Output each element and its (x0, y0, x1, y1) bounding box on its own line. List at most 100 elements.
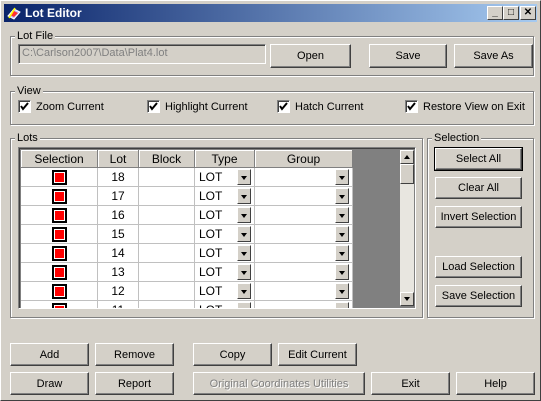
type-cell[interactable]: LOT (194, 262, 255, 282)
table-row[interactable]: 13 LOT (21, 262, 401, 282)
selection-marker-icon[interactable] (51, 188, 67, 204)
selection-cell[interactable] (21, 281, 98, 301)
selection-cell[interactable] (21, 262, 98, 282)
selection-marker-icon[interactable] (51, 226, 67, 242)
type-dropdown-icon[interactable] (237, 226, 251, 242)
group-dropdown-icon[interactable] (335, 283, 349, 299)
lots-scrollbar[interactable] (400, 150, 414, 306)
select-all-button[interactable]: Select All (434, 147, 523, 171)
lots-grid[interactable]: Selection Lot Block Type Group 18 LOT 17 LO… (18, 147, 416, 309)
add-button[interactable]: Add (10, 343, 89, 366)
block-cell[interactable] (138, 243, 195, 263)
group-cell[interactable] (254, 224, 353, 244)
selection-marker-icon[interactable] (51, 283, 67, 299)
draw-button[interactable]: Draw (10, 372, 89, 395)
group-cell[interactable] (254, 186, 353, 206)
save-as-button[interactable]: Save As (454, 44, 533, 68)
type-cell[interactable]: LOT (194, 224, 255, 244)
block-cell[interactable] (138, 262, 195, 282)
lot-cell[interactable]: 14 (97, 243, 139, 263)
copy-button[interactable]: Copy (193, 343, 272, 366)
column-header-block[interactable]: Block (138, 150, 195, 168)
scroll-down-arrow-icon[interactable] (400, 292, 414, 306)
table-row[interactable]: 15 LOT (21, 224, 401, 244)
checkbox-box[interactable] (147, 100, 160, 113)
block-cell[interactable] (138, 281, 195, 301)
table-row[interactable]: 16 LOT (21, 205, 401, 225)
lot-cell[interactable]: 12 (97, 281, 139, 301)
block-cell[interactable] (138, 224, 195, 244)
type-dropdown-icon[interactable] (237, 283, 251, 299)
scroll-up-arrow-icon[interactable] (400, 150, 414, 164)
selection-marker-icon[interactable] (51, 169, 67, 185)
type-dropdown-icon[interactable] (237, 302, 251, 308)
group-cell[interactable] (254, 243, 353, 263)
type-cell[interactable]: LOT (194, 167, 255, 187)
group-dropdown-icon[interactable] (335, 169, 349, 185)
checkbox-box[interactable] (18, 100, 31, 113)
maximize-button[interactable]: □ (503, 6, 519, 20)
scroll-thumb[interactable] (400, 164, 414, 184)
type-cell[interactable]: LOT (194, 281, 255, 301)
help-button[interactable]: Help (456, 372, 535, 395)
type-cell[interactable]: LOT (194, 243, 255, 263)
exit-button[interactable]: Exit (371, 372, 450, 395)
type-dropdown-icon[interactable] (237, 169, 251, 185)
save-selection-button[interactable]: Save Selection (435, 285, 522, 307)
type-cell[interactable]: LOT (194, 300, 255, 308)
group-cell[interactable] (254, 167, 353, 187)
group-dropdown-icon[interactable] (335, 226, 349, 242)
selection-marker-icon[interactable] (51, 264, 67, 280)
lot-cell[interactable]: 18 (97, 167, 139, 187)
close-button[interactable]: ✕ (520, 6, 536, 20)
load-selection-button[interactable]: Load Selection (435, 256, 522, 278)
report-button[interactable]: Report (95, 372, 174, 395)
save-button[interactable]: Save (369, 44, 447, 68)
type-dropdown-icon[interactable] (237, 264, 251, 280)
group-dropdown-icon[interactable] (335, 302, 349, 308)
type-dropdown-icon[interactable] (237, 245, 251, 261)
type-dropdown-icon[interactable] (237, 188, 251, 204)
group-dropdown-icon[interactable] (335, 245, 349, 261)
highlight-current-checkbox[interactable]: Highlight Current (147, 100, 248, 113)
original-coordinates-utilities-button[interactable]: Original Coordinates Utilities (193, 372, 365, 395)
group-dropdown-icon[interactable] (335, 264, 349, 280)
checkbox-box[interactable] (277, 100, 290, 113)
lot-cell[interactable]: 13 (97, 262, 139, 282)
block-cell[interactable] (138, 186, 195, 206)
selection-marker-icon[interactable] (51, 302, 67, 308)
group-dropdown-icon[interactable] (335, 207, 349, 223)
block-cell[interactable] (138, 205, 195, 225)
lot-cell[interactable]: 16 (97, 205, 139, 225)
restore-view-checkbox[interactable]: Restore View on Exit (405, 100, 525, 113)
title-bar[interactable]: Lot Editor _ □ ✕ (4, 4, 537, 22)
remove-button[interactable]: Remove (95, 343, 174, 366)
group-cell[interactable] (254, 205, 353, 225)
lot-cell[interactable]: 17 (97, 186, 139, 206)
lot-cell[interactable]: 11 (97, 300, 139, 308)
zoom-current-checkbox[interactable]: Zoom Current (18, 100, 104, 113)
table-row[interactable]: 11 LOT (21, 300, 401, 308)
column-header-type[interactable]: Type (194, 150, 255, 168)
clear-all-button[interactable]: Clear All (435, 177, 522, 199)
table-row[interactable]: 12 LOT (21, 281, 401, 301)
edit-current-button[interactable]: Edit Current (278, 343, 357, 366)
table-row[interactable]: 17 LOT (21, 186, 401, 206)
selection-marker-icon[interactable] (51, 207, 67, 223)
type-cell[interactable]: LOT (194, 186, 255, 206)
group-cell[interactable] (254, 262, 353, 282)
selection-cell[interactable] (21, 224, 98, 244)
selection-cell[interactable] (21, 205, 98, 225)
type-dropdown-icon[interactable] (237, 207, 251, 223)
group-cell[interactable] (254, 281, 353, 301)
lot-cell[interactable]: 15 (97, 224, 139, 244)
invert-selection-button[interactable]: Invert Selection (435, 206, 522, 228)
selection-cell[interactable] (21, 243, 98, 263)
block-cell[interactable] (138, 167, 195, 187)
minimize-button[interactable]: _ (487, 6, 503, 20)
group-cell[interactable] (254, 300, 353, 308)
type-cell[interactable]: LOT (194, 205, 255, 225)
group-dropdown-icon[interactable] (335, 188, 349, 204)
column-header-lot[interactable]: Lot (97, 150, 139, 168)
selection-cell[interactable] (21, 167, 98, 187)
